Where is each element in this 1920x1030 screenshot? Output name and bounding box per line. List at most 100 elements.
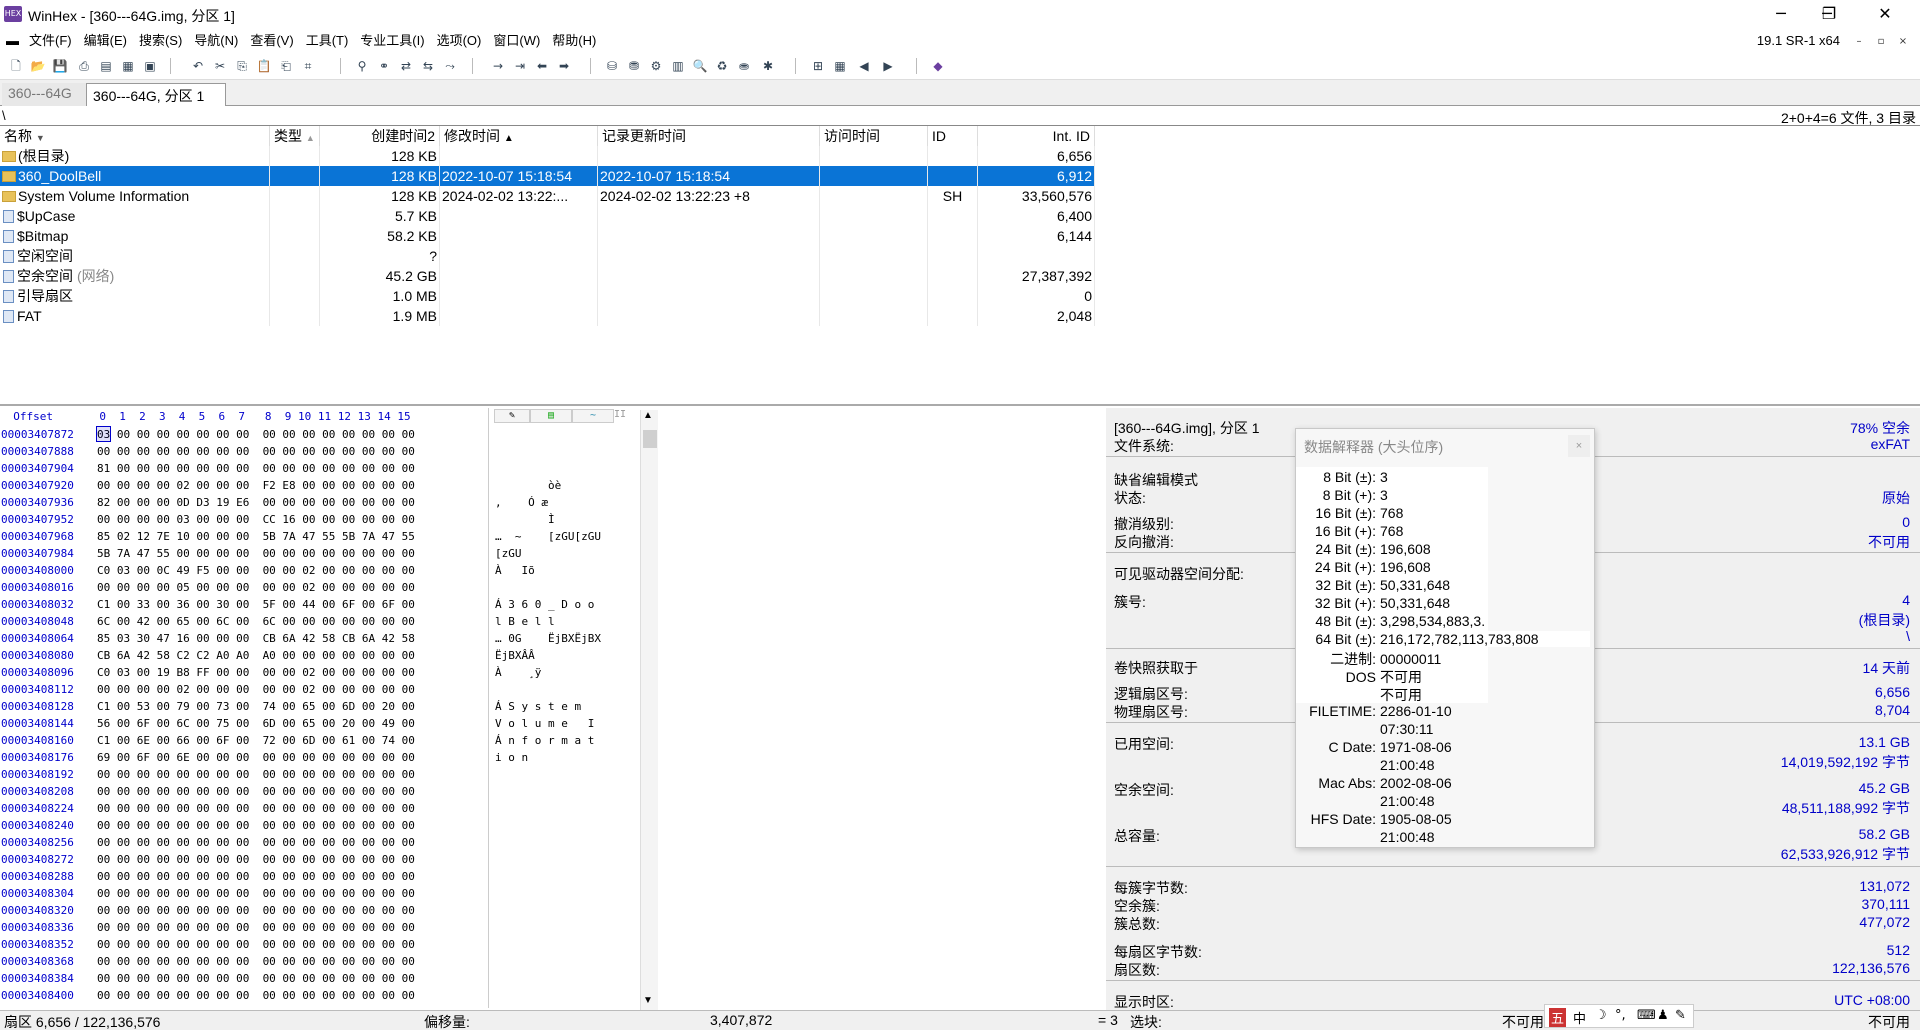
hex-bytes[interactable]: C1 00 33 00 36 00 30 00 5F 00 44 00 6F 0… <box>97 596 415 613</box>
ime-halfwidth-icon[interactable]: ☽ <box>1595 1008 1607 1023</box>
disk-tools-icon[interactable]: ⚙ <box>648 58 664 74</box>
hex-row[interactable]: 00003408400 00 00 00 00 00 00 00 00 00 00… <box>0 987 640 1004</box>
hex-row[interactable]: 00003408048 6C 00 42 00 65 00 6C 00 6C 00… <box>0 613 640 630</box>
dir-row[interactable]: $UpCase 5.7 KB 6,400 <box>0 206 1095 226</box>
hex-row[interactable]: 00003408000 C0 03 00 0C 49 F5 00 00 00 00… <box>0 562 640 579</box>
menu-options[interactable]: 选项(O) <box>431 30 488 52</box>
hex-row[interactable]: 00003408224 00 00 00 00 00 00 00 00 00 00… <box>0 800 640 817</box>
hex-row[interactable]: 00003408368 00 00 00 00 00 00 00 00 00 00… <box>0 953 640 970</box>
ime-chinese-icon[interactable]: 中 <box>1573 1008 1586 1027</box>
interpreter-value[interactable]: 768 <box>1380 523 1403 539</box>
hex-ascii[interactable]: … 0G ËjBXËjBX <box>495 630 601 647</box>
find-again-icon[interactable]: ⤳ <box>442 58 458 74</box>
prev-window-icon[interactable]: ◀ <box>856 58 872 74</box>
interpreter-value[interactable]: 不可用 <box>1380 669 1422 685</box>
hex-bytes[interactable]: 00 00 00 00 00 00 00 00 00 00 00 00 00 0… <box>97 970 415 987</box>
hex-ascii[interactable]: òè <box>495 477 561 494</box>
dir-row[interactable]: System Volume Information 128 KB 2024-02-0… <box>0 186 1095 206</box>
close-all-icon[interactable]: ▦ <box>120 58 136 74</box>
find-text-icon[interactable]: ⚲ <box>354 58 370 74</box>
calculator-icon[interactable]: ⊞ <box>810 58 826 74</box>
col-modified[interactable]: 修改时间 ▲ <box>440 126 598 146</box>
hex-ascii[interactable]: l B e l l <box>495 613 555 630</box>
dir-row[interactable]: FAT 1.9 MB 2,048 <box>0 306 1095 326</box>
menu-edit[interactable]: 编辑(E) <box>78 30 133 52</box>
interpreter-value[interactable]: 1905-08-05 <box>1380 811 1452 827</box>
hex-row[interactable]: 00003408096 C0 03 00 19 B8 FF 00 00 00 00… <box>0 664 640 681</box>
hex-row[interactable]: 00003408320 00 00 00 00 00 00 00 00 00 00… <box>0 902 640 919</box>
cut-icon[interactable]: ✂ <box>212 58 228 74</box>
properties-icon[interactable]: ▤ <box>98 58 114 74</box>
hex-row[interactable]: 00003407984 5B 7A 47 55 00 00 00 00 00 00… <box>0 545 640 562</box>
hex-bytes[interactable]: 81 00 00 00 00 00 00 00 00 00 00 00 00 0… <box>97 460 415 477</box>
hex-row[interactable]: 00003408272 00 00 00 00 00 00 00 00 00 00… <box>0 851 640 868</box>
hex-bytes[interactable]: C1 00 53 00 79 00 73 00 74 00 65 00 6D 0… <box>97 698 415 715</box>
interpreter-value[interactable]: 196,608 <box>1380 559 1431 575</box>
hex-row[interactable]: 00003408352 00 00 00 00 00 00 00 00 00 00… <box>0 936 640 953</box>
hex-row[interactable]: 00003408064 85 03 30 47 16 00 00 00 CB 6A… <box>0 630 640 647</box>
hex-row[interactable]: 00003408208 00 00 00 00 00 00 00 00 00 00… <box>0 783 640 800</box>
hex-ascii[interactable]: À ¸ÿ <box>495 664 541 681</box>
menu-view[interactable]: 查看(V) <box>244 30 299 52</box>
dir-row[interactable]: 空余空间 (网络) 45.2 GB 27,387,392 <box>0 266 1095 286</box>
col-type[interactable]: 类型 ▲ <box>270 126 320 146</box>
ime-punctuation-icon[interactable]: °, <box>1615 1008 1626 1023</box>
hex-row[interactable]: 00003407904 81 00 00 00 00 00 00 00 00 00… <box>0 460 640 477</box>
mdi-restore-button[interactable]: ▫ <box>1872 34 1890 50</box>
dir-row[interactable]: 空闲空间? <box>0 246 1095 266</box>
forward-icon[interactable]: ➡ <box>556 58 572 74</box>
hex-row[interactable]: 00003408288 00 00 00 00 00 00 00 00 00 00… <box>0 868 640 885</box>
hex-bytes[interactable]: 00 00 00 00 00 00 00 00 00 00 00 00 00 0… <box>97 987 415 1004</box>
window-restore-button[interactable]: ❐ <box>1806 0 1852 30</box>
drive-icon[interactable]: ⛂ <box>736 58 752 74</box>
fix-icon[interactable]: ✱ <box>760 58 776 74</box>
menu-help[interactable]: 帮助(H) <box>546 30 602 52</box>
hex-ascii[interactable]: Ì <box>495 511 555 528</box>
ime-keyboard-icon[interactable]: ⌨ <box>1637 1008 1656 1023</box>
hex-bytes[interactable]: C0 03 00 19 B8 FF 00 00 00 00 02 00 00 0… <box>97 664 415 681</box>
edit-icon[interactable]: ✎ <box>494 409 530 423</box>
hex-editor[interactable]: Offset 0 1 2 3 4 5 6 7 8 9 10 11 12 13 1… <box>0 408 660 1010</box>
hex-row[interactable]: 00003407936 82 00 00 00 0D D3 19 E6 00 00… <box>0 494 640 511</box>
interpreter-value[interactable]: 3 <box>1380 487 1388 503</box>
hex-bytes[interactable]: 00 00 00 00 05 00 00 00 00 00 02 00 00 0… <box>97 579 415 596</box>
replace-text-icon[interactable]: ⇄ <box>398 58 414 74</box>
ime-settings-icon[interactable]: ✎ <box>1675 1008 1686 1023</box>
col-int-id[interactable]: Int. ID <box>978 126 1095 146</box>
hex-ascii[interactable]: Á S y s t e m <box>495 698 581 715</box>
hex-row[interactable]: 00003408192 00 00 00 00 00 00 00 00 00 00… <box>0 766 640 783</box>
hex-ascii[interactable]: … ~ [zGU[zGU <box>495 528 601 545</box>
hex-bytes[interactable]: 00 00 00 00 00 00 00 00 00 00 00 00 00 0… <box>97 783 415 800</box>
interpreter-value[interactable]: 2286-01-10 <box>1380 703 1452 719</box>
hex-bytes[interactable]: 00 00 00 00 00 00 00 00 00 00 00 00 00 0… <box>97 953 415 970</box>
case-icon[interactable]: ◆ <box>930 58 946 74</box>
template-icon[interactable]: ▤ <box>530 409 572 423</box>
print-icon[interactable]: ⎙ <box>76 58 92 74</box>
hex-row[interactable]: 00003408256 00 00 00 00 00 00 00 00 00 00… <box>0 834 640 851</box>
col-created[interactable]: 创建时间2 <box>320 126 440 146</box>
hex-row[interactable]: 00003407968 85 02 12 7E 10 00 00 00 5B 7A… <box>0 528 640 545</box>
recover-icon[interactable]: ♻ <box>714 58 730 74</box>
ime-user-icon[interactable]: ♟ <box>1657 1008 1669 1023</box>
hex-row[interactable]: 00003408160 C1 00 6E 00 66 00 6F 00 72 00… <box>0 732 640 749</box>
ime-toolbar[interactable]: 五 中 ☽ °, ⌨ ♟ ✎ <box>1544 1004 1694 1028</box>
hex-bytes[interactable]: 00 00 00 00 02 00 00 00 F2 E8 00 00 00 0… <box>97 477 415 494</box>
hex-row[interactable]: 00003408128 C1 00 53 00 79 00 73 00 74 00… <box>0 698 640 715</box>
interpreter-value[interactable]: 21:00:48 <box>1380 757 1435 773</box>
hex-bytes[interactable]: 56 00 6F 00 6C 00 75 00 6D 00 65 00 20 0… <box>97 715 415 732</box>
open-file-icon[interactable]: 📂 <box>30 58 46 74</box>
interpreter-value[interactable]: 216,172,782,113,783,808 <box>1380 631 1539 647</box>
hex-bytes[interactable]: 00 00 00 00 00 00 00 00 00 00 00 00 00 0… <box>97 766 415 783</box>
hex-bytes[interactable]: 5B 7A 47 55 00 00 00 00 00 00 00 00 00 0… <box>97 545 415 562</box>
hex-ascii[interactable]: i o n <box>495 749 528 766</box>
checksum-icon[interactable]: ~ <box>572 409 614 423</box>
hex-ascii[interactable]: V o l u m e I <box>495 715 594 732</box>
col-name[interactable]: 名称 ▼ <box>0 126 270 146</box>
hex-row[interactable]: 00003408016 00 00 00 00 05 00 00 00 00 00… <box>0 579 640 596</box>
tab-partition-1[interactable]: 360---64G, 分区 1 <box>86 83 226 106</box>
hex-bytes[interactable]: 85 03 30 47 16 00 00 00 CB 6A 42 58 CB 6… <box>97 630 415 647</box>
dir-row[interactable]: 360_DoolBell 128 KB 2022-10-07 15:18:54 202… <box>0 166 1095 186</box>
hex-ascii[interactable]: [zGU <box>495 545 522 562</box>
hex-bytes[interactable]: C0 03 00 0C 49 F5 00 00 00 00 02 00 00 0… <box>97 562 415 579</box>
hex-bytes[interactable]: 00 00 00 00 00 00 00 00 00 00 00 00 00 0… <box>97 885 415 902</box>
